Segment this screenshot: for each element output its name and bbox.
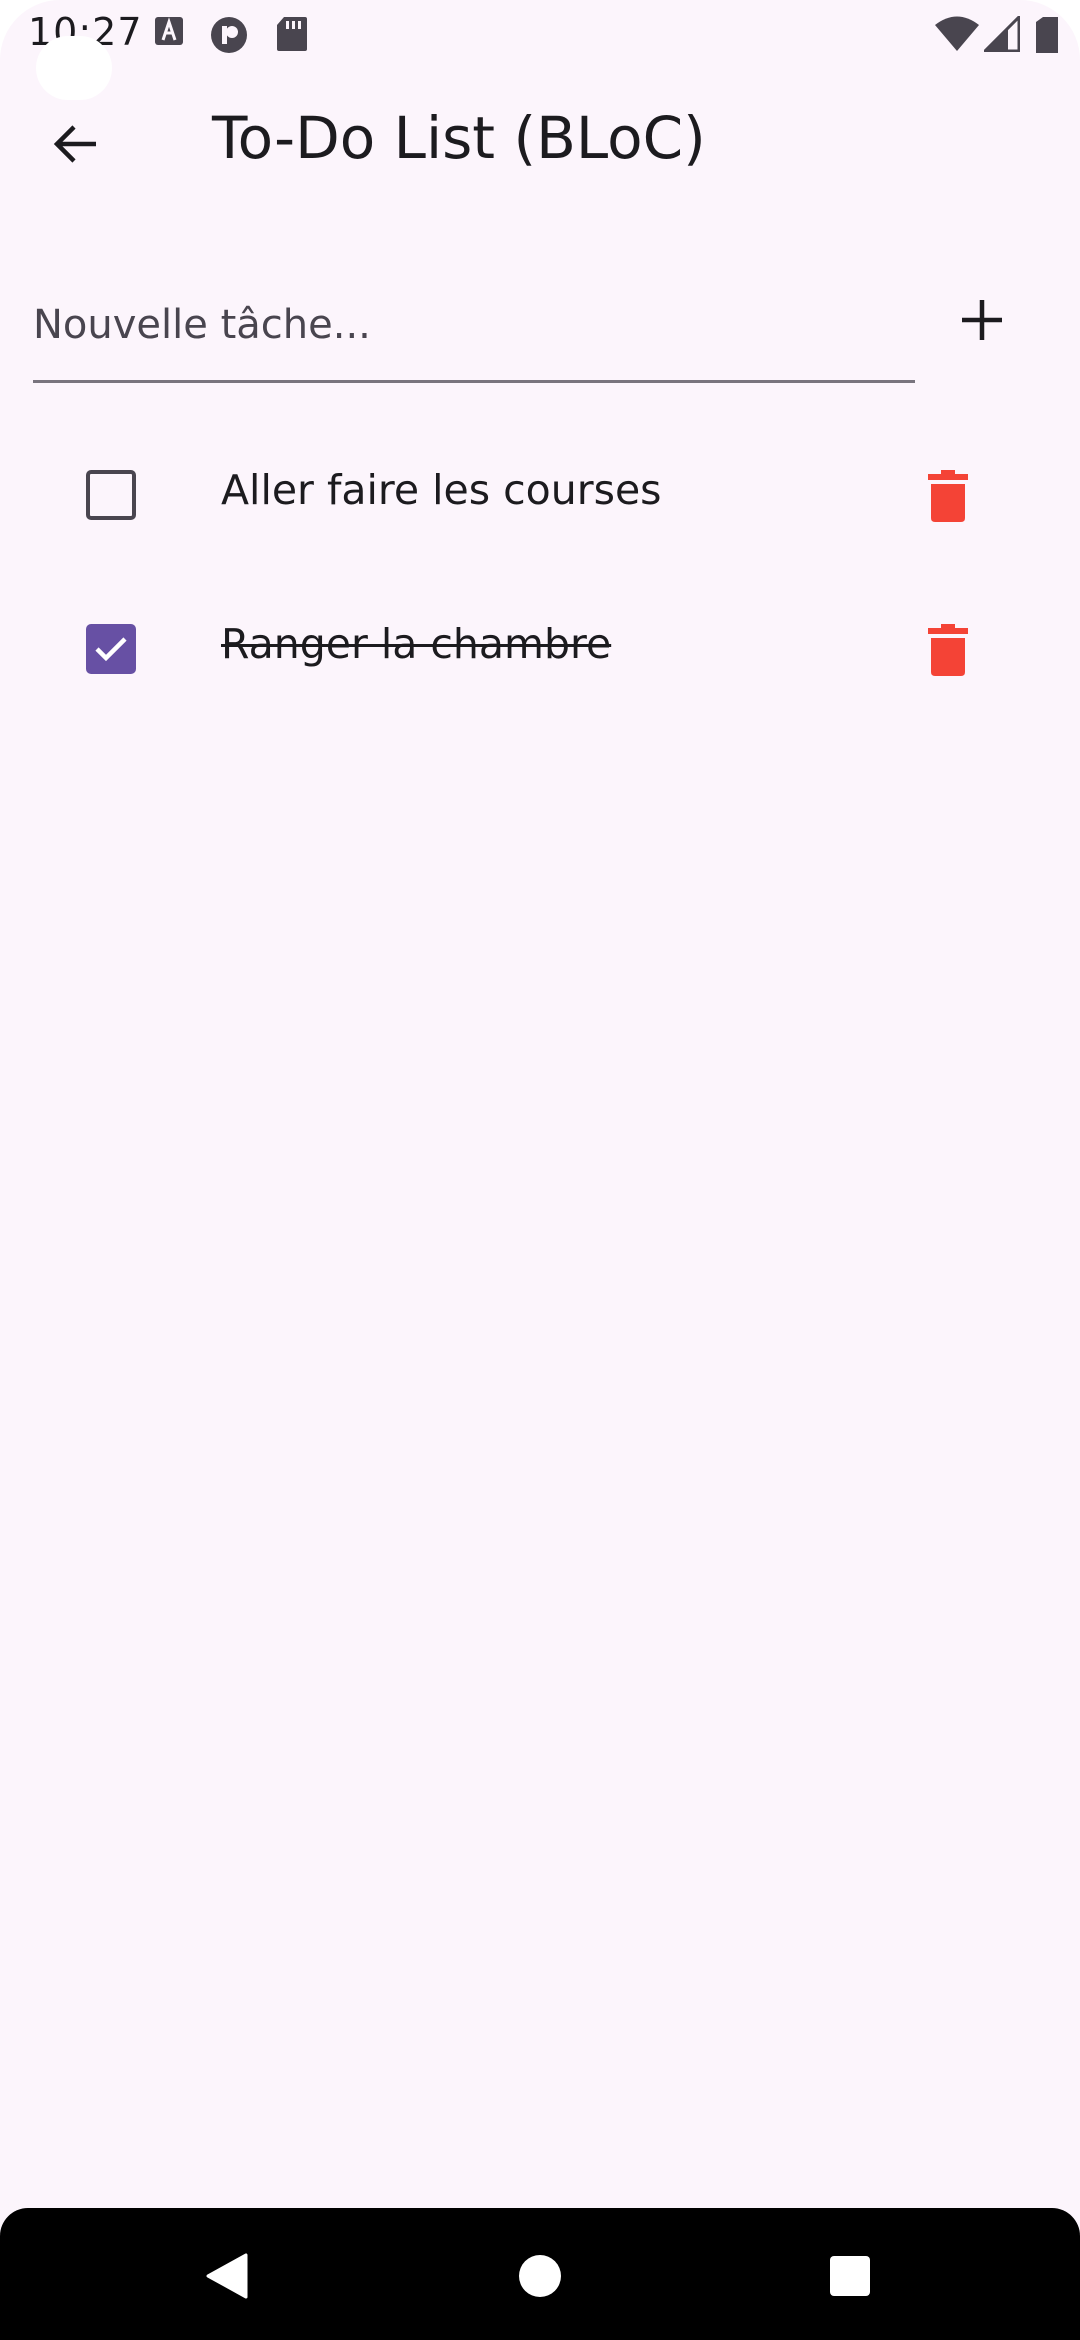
- nav-recents-button[interactable]: [818, 2244, 882, 2308]
- trash-icon: [928, 470, 968, 522]
- checkmark-icon: [95, 637, 127, 662]
- delete-todo-button[interactable]: [910, 460, 986, 532]
- nav-home-button[interactable]: [508, 2244, 572, 2308]
- todo-label: Aller faire les courses: [221, 466, 662, 514]
- todo-checkbox[interactable]: [86, 470, 136, 520]
- home-circle-icon: [519, 2255, 561, 2297]
- todo-item[interactable]: Aller faire les courses: [0, 438, 1080, 550]
- sd-card-icon: [277, 17, 307, 51]
- page-title: To-Do List (BLoC): [212, 104, 706, 172]
- status-bar: 10:27: [0, 0, 1080, 100]
- battery-icon: [1036, 17, 1058, 53]
- recents-square-icon: [830, 2256, 870, 2296]
- todo-checkbox[interactable]: [86, 624, 136, 674]
- nav-back-button[interactable]: [194, 2244, 258, 2308]
- app-bar: To-Do List (BLoC): [0, 80, 1080, 204]
- add-task-button[interactable]: [940, 270, 1024, 370]
- pinterest-icon: [211, 17, 247, 53]
- signal-icon: [984, 16, 1020, 52]
- todo-item[interactable]: Ranger la chambre: [0, 592, 1080, 704]
- back-triangle-icon: [206, 2253, 248, 2299]
- system-navigation-bar: [0, 2208, 1080, 2340]
- back-button[interactable]: [34, 102, 118, 186]
- new-task-field: [33, 270, 915, 384]
- new-task-input[interactable]: [33, 270, 915, 383]
- todo-label: Ranger la chambre: [221, 620, 612, 668]
- app-screen: 10:27 To-Do List (BLoC) Nouvelle tâche..…: [0, 0, 1080, 2340]
- a-icon: [155, 17, 183, 45]
- trash-icon: [928, 624, 968, 676]
- wifi-icon: [935, 16, 979, 51]
- arrow-back-icon: [53, 125, 96, 163]
- delete-todo-button[interactable]: [910, 614, 986, 686]
- plus-icon: [962, 300, 1002, 340]
